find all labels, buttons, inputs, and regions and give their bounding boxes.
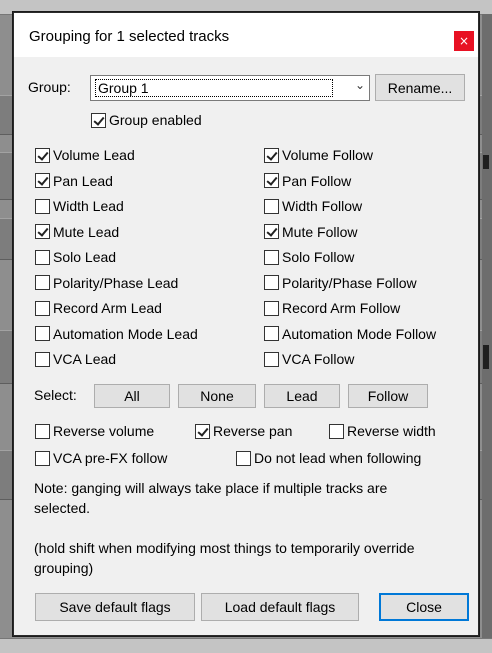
grouping-dialog: Grouping for 1 selected tracks × Group: … — [13, 12, 479, 636]
vca-prefx-follow-checkbox[interactable]: VCA pre-FX follow — [35, 450, 167, 466]
checkbox-box — [195, 423, 210, 439]
checkbox-box — [91, 112, 106, 128]
note-line: selected. — [34, 500, 91, 516]
polarity-phase-follow-checkbox[interactable]: Polarity/Phase Follow — [264, 275, 417, 291]
save-default-flags-button[interactable]: Save default flags — [35, 593, 195, 621]
checkbox-box — [236, 450, 251, 466]
vca-lead-checkbox[interactable]: VCA Lead — [35, 351, 116, 367]
horizontal-scrollbar[interactable] — [0, 638, 492, 653]
chevron-down-icon: ⌄ — [354, 78, 365, 92]
checkbox-box — [35, 326, 50, 341]
select-none-button[interactable]: None — [178, 384, 256, 408]
checkbox-box — [35, 224, 50, 239]
shift-note: (hold shift when modifying most things t… — [34, 538, 415, 578]
checkbox-box — [264, 249, 279, 265]
track-media-area — [482, 14, 492, 638]
checkbox-label: Pan Lead — [53, 172, 113, 189]
checkbox-label: Mute Lead — [53, 223, 120, 240]
select-label: Select: — [34, 387, 77, 403]
do-not-lead-label: Do not lead when following — [254, 450, 422, 466]
waveform — [483, 345, 489, 369]
volume-lead-checkbox[interactable]: Volume Lead — [35, 147, 135, 163]
checkbox-label: Mute Follow — [282, 223, 358, 240]
checkbox-label: Width Lead — [53, 198, 124, 214]
automation-mode-follow-checkbox[interactable]: Automation Mode Follow — [264, 326, 436, 342]
polarity-phase-lead-checkbox[interactable]: Polarity/Phase Lead — [35, 275, 178, 291]
group-label: Group: — [28, 79, 71, 95]
checkbox-box — [264, 351, 279, 367]
width-follow-checkbox[interactable]: Width Follow — [264, 198, 362, 214]
checkbox-box — [35, 198, 50, 214]
checkbox-box — [35, 173, 50, 188]
close-button[interactable]: Close — [379, 593, 469, 621]
title-bar: Grouping for 1 selected tracks × — [14, 13, 478, 57]
note-line: (hold shift when modifying most things t… — [34, 540, 415, 556]
vca-follow-checkbox[interactable]: VCA Follow — [264, 351, 354, 367]
checkbox-label: VCA Follow — [282, 351, 355, 367]
note-line: grouping) — [34, 560, 94, 576]
group-enabled-checkbox[interactable]: Group enabled — [91, 112, 202, 128]
reverse-width-checkbox[interactable]: Reverse width — [329, 423, 436, 439]
checkbox-label: Polarity/Phase Follow — [282, 274, 417, 291]
mute-follow-checkbox[interactable]: Mute Follow — [264, 224, 357, 240]
checkbox-box — [35, 275, 50, 290]
close-icon[interactable]: × — [454, 31, 474, 51]
checkbox-label: Pan Follow — [282, 172, 352, 189]
rename-button[interactable]: Rename... — [375, 74, 465, 101]
checkbox-label: Record Arm Follow — [282, 300, 401, 316]
checkbox-box — [35, 249, 50, 265]
ganging-note: Note: ganging will always take place if … — [34, 478, 387, 518]
checkbox-label: Polarity/Phase Lead — [53, 274, 179, 291]
checkbox-box — [264, 275, 279, 290]
checkbox-label: Solo Lead — [53, 249, 117, 265]
checkbox-box — [264, 147, 279, 163]
checkbox-box — [264, 173, 279, 188]
checkbox-label: Width Follow — [282, 198, 363, 214]
waveform — [483, 155, 489, 169]
record-arm-lead-checkbox[interactable]: Record Arm Lead — [35, 300, 162, 316]
record-arm-follow-checkbox[interactable]: Record Arm Follow — [264, 300, 400, 316]
mute-lead-checkbox[interactable]: Mute Lead — [35, 224, 119, 240]
checkbox-box — [35, 300, 50, 316]
checkbox-box — [35, 423, 50, 439]
checkbox-label: Automation Mode Follow — [282, 325, 437, 342]
do-not-lead-checkbox[interactable]: Do not lead when following — [236, 450, 421, 466]
solo-lead-checkbox[interactable]: Solo Lead — [35, 249, 116, 265]
checkbox-label: Automation Mode Lead — [53, 325, 198, 342]
checkbox-box — [35, 351, 50, 367]
dialog-title: Grouping for 1 selected tracks — [29, 28, 230, 45]
vca-prefx-follow-label: VCA pre-FX follow — [53, 450, 168, 466]
reverse-width-label: Reverse width — [347, 423, 436, 439]
checkbox-box — [264, 300, 279, 316]
checkbox-label: Solo Follow — [282, 249, 355, 265]
checkbox-label: Volume Lead — [53, 147, 135, 163]
checkbox-box — [264, 326, 279, 341]
checkbox-box — [35, 147, 50, 163]
checkbox-box — [329, 423, 344, 439]
group-select-value: Group 1 — [95, 79, 333, 97]
group-enabled-label: Group enabled — [109, 112, 202, 128]
checkbox-box — [264, 224, 279, 239]
select-lead-button[interactable]: Lead — [264, 384, 340, 408]
pan-follow-checkbox[interactable]: Pan Follow — [264, 173, 351, 189]
pan-lead-checkbox[interactable]: Pan Lead — [35, 173, 113, 189]
reverse-volume-label: Reverse volume — [53, 423, 155, 439]
load-default-flags-button[interactable]: Load default flags — [201, 593, 359, 621]
select-all-button[interactable]: All — [94, 384, 170, 408]
checkbox-label: Record Arm Lead — [53, 300, 162, 316]
reverse-volume-checkbox[interactable]: Reverse volume — [35, 423, 154, 439]
checkbox-box — [264, 198, 279, 214]
reverse-pan-label: Reverse pan — [213, 423, 293, 439]
note-line: Note: ganging will always take place if … — [34, 480, 388, 496]
group-select[interactable]: Group 1 ⌄ — [90, 75, 370, 101]
select-follow-button[interactable]: Follow — [348, 384, 428, 408]
automation-mode-lead-checkbox[interactable]: Automation Mode Lead — [35, 326, 198, 342]
reverse-pan-checkbox[interactable]: Reverse pan — [195, 423, 292, 439]
width-lead-checkbox[interactable]: Width Lead — [35, 198, 124, 214]
checkbox-label: Volume Follow — [282, 147, 374, 163]
volume-follow-checkbox[interactable]: Volume Follow — [264, 147, 373, 163]
solo-follow-checkbox[interactable]: Solo Follow — [264, 249, 354, 265]
checkbox-box — [35, 450, 50, 466]
checkbox-label: VCA Lead — [53, 351, 117, 367]
